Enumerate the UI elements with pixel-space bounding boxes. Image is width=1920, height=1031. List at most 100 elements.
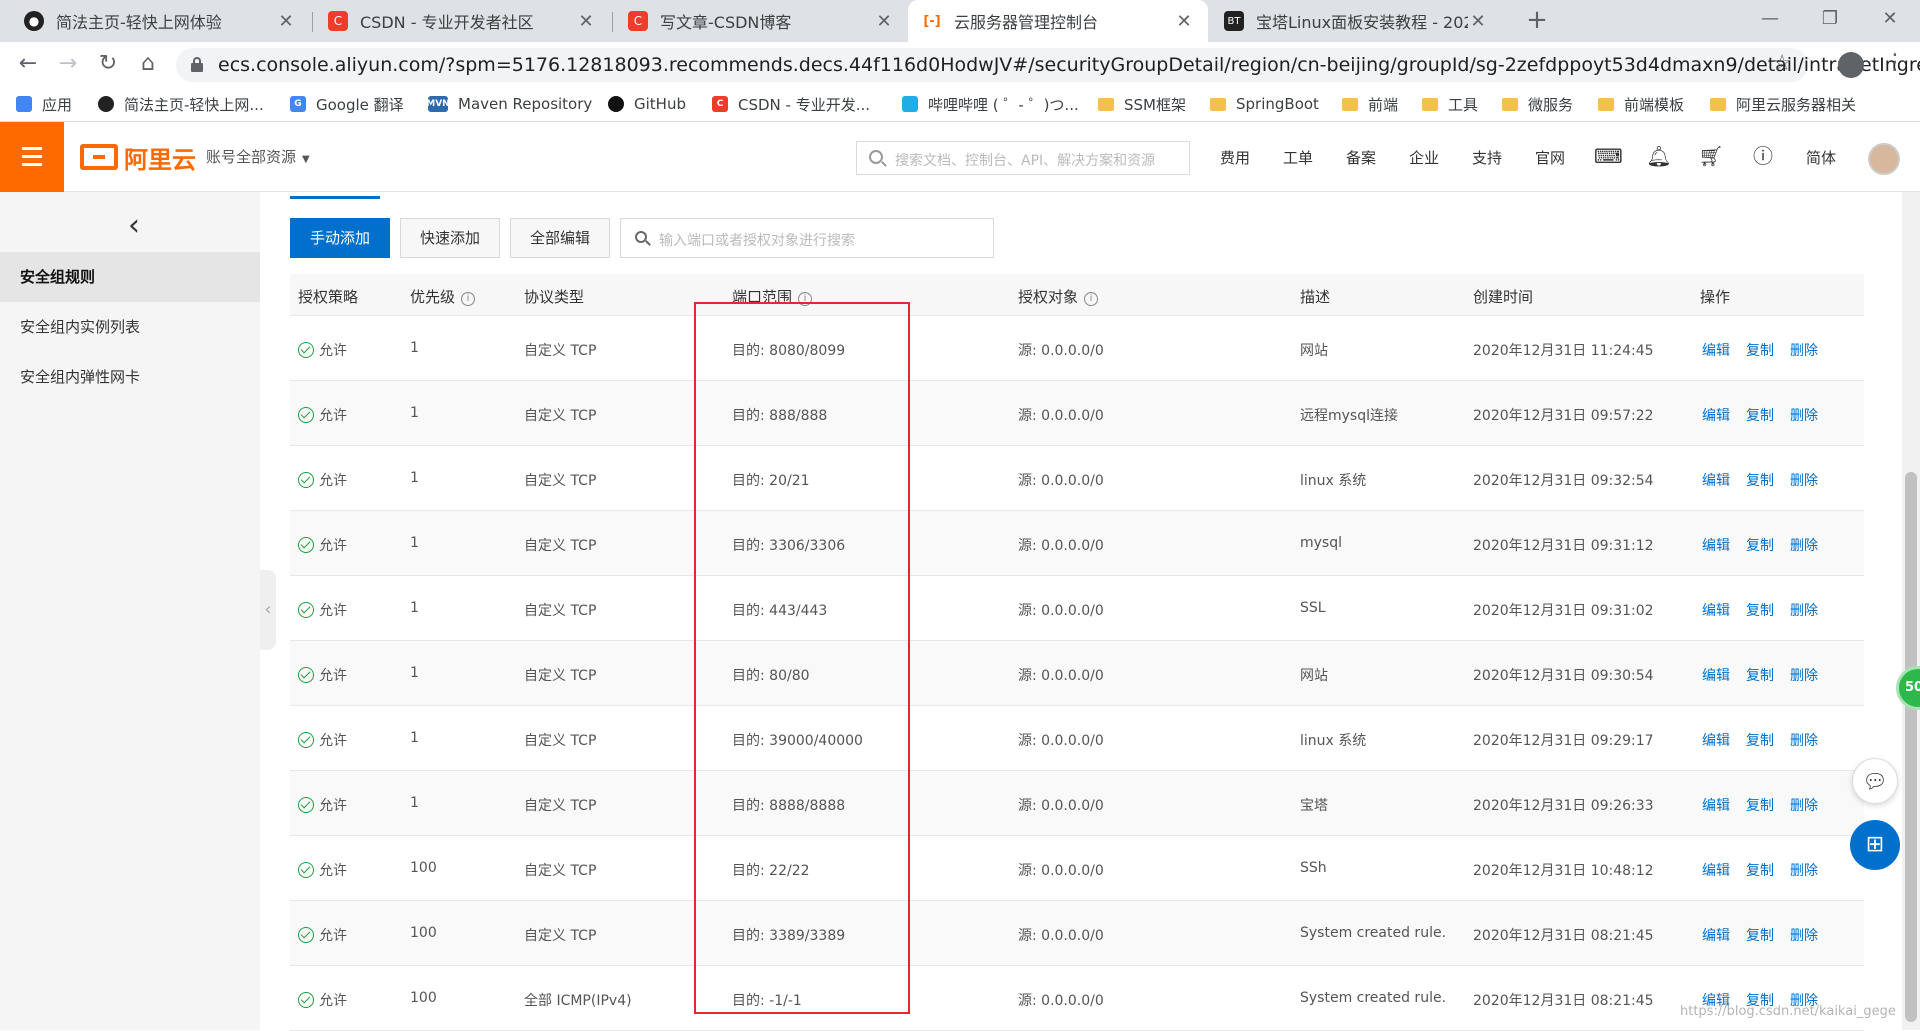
bookmark-folder[interactable]: 前端: [1342, 92, 1398, 116]
copy-link[interactable]: 复制: [1746, 733, 1774, 749]
delete-link[interactable]: 删除: [1790, 928, 1818, 944]
hamburger-menu-icon[interactable]: [0, 122, 64, 192]
bookmark-folder[interactable]: SSM框架: [1098, 92, 1186, 116]
info-icon[interactable]: i: [798, 292, 813, 306]
delete-link[interactable]: 删除: [1790, 343, 1818, 359]
bookmark-item[interactable]: 哔哩哔哩 ( ゜- ゜)つ...: [902, 92, 1079, 116]
bookmark-folder[interactable]: 微服务: [1502, 92, 1573, 116]
copy-link[interactable]: 复制: [1746, 408, 1774, 424]
browser-tab-4[interactable]: BT 宝塔Linux面板安装教程 - 2020年 ✕: [1210, 0, 1502, 42]
rule-search-input[interactable]: 输入端口或者授权对象进行搜索: [620, 218, 994, 258]
browser-tab-3[interactable]: [-] 云服务器管理控制台 ✕: [908, 0, 1208, 42]
bookmark-item[interactable]: C CSDN - 专业开发...: [712, 92, 870, 116]
home-icon[interactable]: ⌂: [132, 48, 164, 80]
scrollbar-thumb[interactable]: [1905, 472, 1917, 1022]
sidebar-item-instances[interactable]: 安全组内实例列表: [0, 302, 260, 352]
copy-link[interactable]: 复制: [1746, 343, 1774, 359]
delete-link[interactable]: 删除: [1790, 408, 1818, 424]
sidebar-item-rules[interactable]: 安全组规则: [0, 252, 260, 302]
nav-icp[interactable]: 备案: [1346, 147, 1376, 168]
reload-icon[interactable]: ↻: [92, 48, 124, 80]
forward-arrow-icon[interactable]: →: [52, 48, 84, 80]
page-scrollbar[interactable]: [1902, 192, 1920, 1030]
info-icon[interactable]: i: [1084, 292, 1099, 306]
copy-link[interactable]: 复制: [1746, 798, 1774, 814]
kebab-menu-icon[interactable]: ⋮: [1884, 50, 1906, 75]
delete-link[interactable]: 删除: [1790, 668, 1818, 684]
new-tab-icon[interactable]: +: [1520, 4, 1554, 38]
address-bar[interactable]: ecs.console.aliyun.com/?spm=5176.1281809…: [176, 48, 1920, 82]
close-icon[interactable]: ✕: [276, 11, 296, 32]
edit-link[interactable]: 编辑: [1702, 798, 1730, 814]
bell-icon[interactable]: 🔔︎: [1646, 143, 1672, 169]
copy-link[interactable]: 复制: [1746, 863, 1774, 879]
edit-link[interactable]: 编辑: [1702, 473, 1730, 489]
chat-icon[interactable]: 💬︎: [1852, 758, 1898, 804]
edit-link[interactable]: 编辑: [1702, 668, 1730, 684]
cell-port: 目的: 20/21: [732, 473, 810, 489]
manual-add-button[interactable]: 手动添加: [290, 218, 390, 258]
sidebar-item-eni[interactable]: 安全组内弹性网卡: [0, 352, 260, 402]
close-icon[interactable]: ✕: [874, 11, 894, 32]
bookmark-folder[interactable]: SpringBoot: [1210, 92, 1319, 116]
edit-link[interactable]: 编辑: [1702, 538, 1730, 554]
bookmark-item[interactable]: 简法主页-轻快上网...: [98, 92, 264, 116]
chevron-left-icon[interactable]: ‹: [128, 208, 140, 243]
maximize-icon[interactable]: ❐: [1800, 4, 1860, 34]
profile-icon[interactable]: [1838, 52, 1864, 78]
bookmark-folder[interactable]: 工具: [1422, 92, 1478, 116]
cart-icon[interactable]: 🛒︎: [1698, 143, 1724, 169]
aliyun-logo[interactable]: 阿里云: [80, 140, 196, 174]
bookmark-folder[interactable]: 阿里云服务器相关: [1710, 92, 1856, 116]
apps-icon[interactable]: ⊞: [1850, 820, 1900, 870]
browser-tab-0[interactable]: ● 简法主页-轻快上网体验 ✕: [10, 0, 310, 42]
edit-link[interactable]: 编辑: [1702, 408, 1730, 424]
bookmark-star-icon[interactable]: ☆: [1772, 51, 1792, 76]
minimize-icon[interactable]: —: [1740, 4, 1800, 34]
bookmark-item[interactable]: MVN Maven Repository: [426, 92, 592, 116]
delete-link[interactable]: 删除: [1790, 863, 1818, 879]
terminal-icon[interactable]: ⌨: [1594, 143, 1623, 169]
avatar[interactable]: [1868, 143, 1900, 175]
copy-link[interactable]: 复制: [1746, 668, 1774, 684]
edit-link[interactable]: 编辑: [1702, 928, 1730, 944]
close-icon[interactable]: ✕: [576, 11, 596, 32]
language-switch[interactable]: 简体: [1806, 147, 1836, 168]
nav-support[interactable]: 支持: [1472, 147, 1502, 168]
nav-official-site[interactable]: 官网: [1535, 147, 1565, 168]
account-resource-dropdown[interactable]: 账号全部资源 ▼: [206, 146, 310, 167]
bookmark-item[interactable]: G Google 翻译: [290, 92, 404, 116]
nav-enterprise[interactable]: 企业: [1409, 147, 1439, 168]
back-arrow-icon[interactable]: ←: [12, 48, 44, 80]
quick-add-button[interactable]: 快速添加: [400, 218, 500, 258]
window-close-icon[interactable]: ✕: [1860, 4, 1920, 34]
floating-status-badge[interactable]: 50: [1896, 666, 1920, 710]
close-icon[interactable]: ✕: [1174, 11, 1194, 32]
copy-link[interactable]: 复制: [1746, 538, 1774, 554]
copy-link[interactable]: 复制: [1746, 928, 1774, 944]
copy-link[interactable]: 复制: [1746, 603, 1774, 619]
sidebar-collapse-handle[interactable]: ‹: [260, 570, 276, 650]
delete-link[interactable]: 删除: [1790, 538, 1818, 554]
copy-link[interactable]: 复制: [1746, 473, 1774, 489]
bookmark-folder[interactable]: 前端模板: [1598, 92, 1684, 116]
nav-tickets[interactable]: 工单: [1283, 147, 1313, 168]
edit-link[interactable]: 编辑: [1702, 603, 1730, 619]
browser-tab-2[interactable]: C 写文章-CSDN博客 ✕: [614, 0, 908, 42]
edit-link[interactable]: 编辑: [1702, 733, 1730, 749]
browser-tab-1[interactable]: C CSDN - 专业开发者社区 ✕: [314, 0, 610, 42]
edit-link[interactable]: 编辑: [1702, 343, 1730, 359]
nav-billing[interactable]: 费用: [1220, 147, 1250, 168]
delete-link[interactable]: 删除: [1790, 798, 1818, 814]
info-icon[interactable]: i: [461, 292, 476, 306]
edit-link[interactable]: 编辑: [1702, 863, 1730, 879]
delete-link[interactable]: 删除: [1790, 603, 1818, 619]
close-icon[interactable]: ✕: [1468, 11, 1488, 32]
delete-link[interactable]: 删除: [1790, 473, 1818, 489]
bookmark-apps[interactable]: 应用: [16, 92, 72, 116]
delete-link[interactable]: 删除: [1790, 733, 1818, 749]
help-icon[interactable]: ⓘ: [1750, 143, 1776, 169]
bookmark-item[interactable]: GitHub: [608, 92, 686, 116]
edit-all-button[interactable]: 全部编辑: [510, 218, 610, 258]
console-search-input[interactable]: 搜索文档、控制台、API、解决方案和资源: [856, 141, 1190, 175]
